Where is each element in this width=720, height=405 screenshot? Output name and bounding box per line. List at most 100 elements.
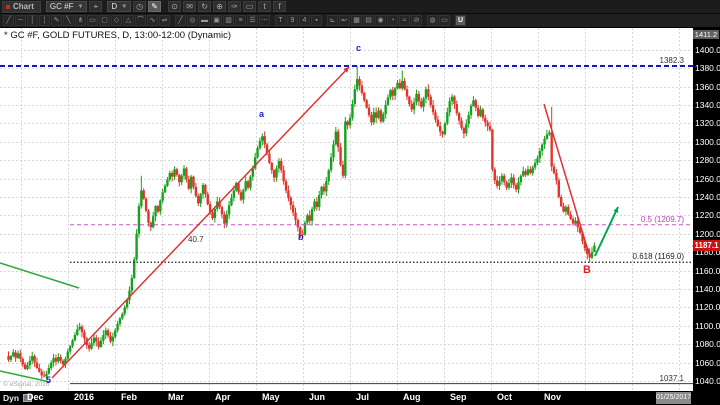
tool-icon[interactable]: ✎ [51,15,62,26]
tool-icon[interactable]: ─ [15,15,26,26]
tool-icon[interactable]: ▭ [439,15,450,26]
tool-icon[interactable]: ⋯ [259,15,270,26]
price-axis-label: 1120.0 [695,302,720,313]
tool-icon[interactable]: ◎ [187,15,198,26]
price-axis-label: 1340.0 [695,99,720,110]
level-label: 1037.1 [659,373,684,383]
price-chart-canvas[interactable] [0,28,693,391]
tool-icon[interactable]: ▬ [199,15,210,26]
tool-icon[interactable]: ╱ [175,15,186,26]
price-axis-label: 1240.0 [695,191,720,202]
chart-tab[interactable]: Chart [2,0,41,13]
tool-icon[interactable]: ⊘ [411,15,422,26]
time-session-icon[interactable]: ◷ [133,1,147,12]
time-axis-label: Jun [309,392,326,402]
esignal-watermark: © eSignal, 2016 [3,381,50,388]
wave-label: 5 [46,375,52,385]
time-axis-label: May [262,392,280,402]
price-axis-label: 1320.0 [695,118,720,129]
price-axis-label: 1220.0 [695,210,720,221]
tool-icon[interactable]: ╱ [3,15,14,26]
price-axis-label: 1300.0 [695,136,720,147]
price-axis-label: 1260.0 [695,173,720,184]
tool-icon[interactable]: ⋔ [75,15,86,26]
wave-label: B [583,264,591,276]
time-axis-label: Jul [356,392,370,402]
price-axis-label: 1200.0 [695,228,720,239]
price-axis-label: 1360.0 [695,81,720,92]
tool-icon[interactable]: ▣ [211,15,222,26]
tool-icon[interactable]: ▦ [351,15,362,26]
underline-tool-icon[interactable]: U [455,15,466,26]
last-price-box: 1187.1 [692,240,720,252]
tool-icon[interactable]: ◉ [375,15,386,26]
time-axis-label: Aug [403,392,421,402]
tool-icon[interactable]: ⊾ [327,15,338,26]
refresh-icon[interactable]: ↻ [198,1,212,12]
time-axis-label: Dec [27,392,44,402]
level-label: 0.5 (1209.7) [640,214,684,224]
tool-icon[interactable]: ☰ [247,15,258,26]
measure-label: 40.7 [188,235,204,244]
time-axis-label: Apr [215,392,231,402]
time-axis-label: Oct [497,392,513,402]
tool-icon[interactable]: ≈ [399,15,410,26]
tool-icon[interactable]: ◔ [387,15,398,26]
time-axis[interactable]: Dyn Dec 2016 Feb Mar Apr May Jun Jul Aug Sep Oct No… [0,391,720,405]
price-axis-label: 1080.0 [695,339,720,350]
tool-icon[interactable]: 4 [299,15,310,26]
wave-label: a [259,109,265,119]
tool-icon[interactable]: ▭ [87,15,98,26]
tool-icon[interactable]: ◍ [427,15,438,26]
tool-icon[interactable]: ≡ [235,15,246,26]
wave-label: c [356,43,362,53]
tool-icon[interactable]: ▤ [363,15,374,26]
chevron-down-icon: ▼ [121,3,128,10]
tool-icon[interactable]: ◇ [111,15,122,26]
alert-icon[interactable]: ✉ [183,1,197,12]
tool-icon[interactable]: ↜ [339,15,350,26]
time-axis-label: Sep [450,392,467,402]
time-axis-label: Feb [121,392,138,402]
facebook-icon[interactable]: f [273,1,287,12]
tool-icon[interactable]: ▥ [223,15,234,26]
price-axis-label: 1280.0 [695,155,720,166]
tool-icon[interactable]: ▢ [99,15,110,26]
tool-icon[interactable]: ╲ [63,15,74,26]
tool-icon[interactable]: △ [123,15,134,26]
layout-icon[interactable]: ▭ [243,1,257,12]
price-axis-label: 1400.0 [695,44,720,55]
level-label: 0.618 (1169.0) [632,252,684,262]
main-toolbar: Chart GC #F ▼ ⌖ D ▼ ◷ ✎ ⊙ ✉ ↻ ⊕ ✑ ▭ t f [0,0,720,14]
tool-icon[interactable]: ∿ [147,15,158,26]
tool-icon[interactable]: 9 [287,15,298,26]
symbol-input[interactable]: GC #F ▼ [45,1,88,12]
quote-icon[interactable]: ⊙ [168,1,182,12]
price-axis-label: 1160.0 [695,265,720,276]
time-axis-label: Mar [168,392,185,402]
interval-select[interactable]: D ▼ [107,1,132,12]
chart-tab-label: Chart [13,2,34,11]
tool-icon[interactable]: │ [27,15,38,26]
price-axis-label: 1060.0 [695,357,720,368]
tool-icon[interactable]: ¦ [39,15,50,26]
chart-pane: * GC #F, GOLD FUTURES, D, 13:00-12:00 (D… [0,28,693,391]
draw-tool-icon[interactable]: ✎ [148,1,162,12]
twitter-icon[interactable]: t [258,1,272,12]
tool-icon[interactable]: ⇌ [159,15,170,26]
time-axis-label: 2016 [74,392,95,402]
wave-label: b [298,232,304,242]
esignal-chart-window: Chart GC #F ▼ ⌖ D ▼ ◷ ✎ ⊙ ✉ ↻ ⊕ ✑ ▭ t f ╱ ─ │ ¦ ✎ ╲ ⋔… [0,0,720,405]
tool-icon[interactable]: ▪ [311,15,322,26]
tool-icon[interactable]: T [275,15,286,26]
session-high-box: 1411.2 [693,30,719,39]
price-axis-label: 1100.0 [695,320,720,331]
compare-icon[interactable]: ⌖ [89,1,103,12]
studies-icon[interactable]: ⊕ [213,1,227,12]
chevron-down-icon: ▼ [77,3,84,10]
price-axis-label: 1380.0 [695,63,720,74]
price-axis[interactable]: 1411.2 1400.0 1380.0 1360.0 1340.0 1320.0 130… [692,28,720,391]
tool-icon[interactable]: ⌒ [135,15,146,26]
print-icon[interactable]: ✑ [228,1,242,12]
chart-tab-icon [6,4,10,9]
